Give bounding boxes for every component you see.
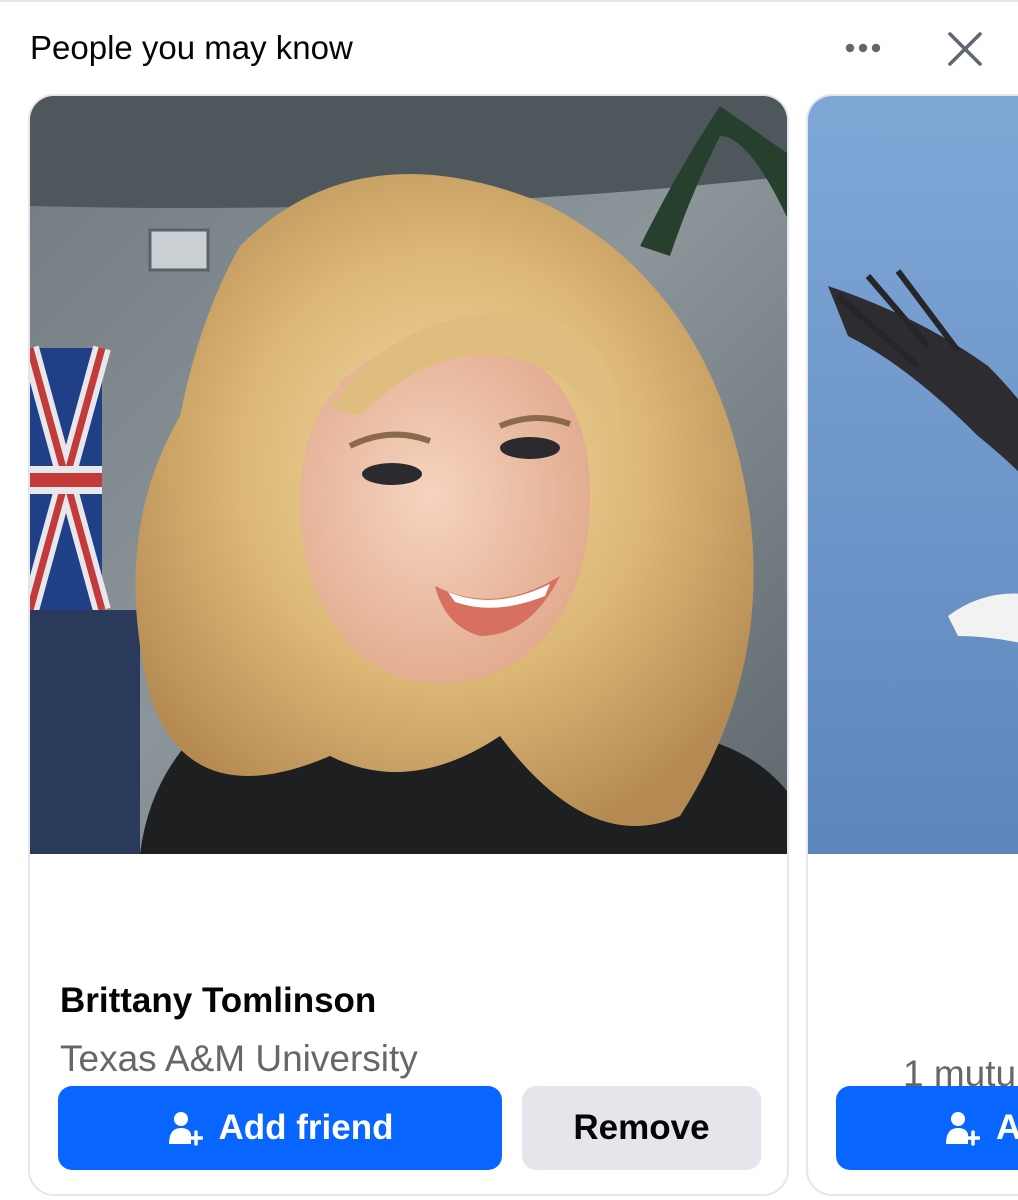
person-subtitle: Texas A&M University (60, 1038, 418, 1079)
add-friend-button[interactable]: Add friend (58, 1086, 502, 1170)
suggestion-card: Brittany Tomlinson Texas A&M University … (28, 94, 789, 1196)
close-button[interactable] (940, 24, 990, 74)
section-title: People you may know (30, 29, 353, 66)
more-options-button[interactable] (838, 30, 888, 66)
more-horizontal-icon (845, 43, 881, 53)
add-friend-label: Add friend (218, 1108, 394, 1147)
person-name[interactable]: Brittany Tomlinson (60, 980, 376, 1022)
profile-photo[interactable] (808, 96, 1018, 854)
add-friend-label: A (996, 1108, 1018, 1148)
top-divider (0, 0, 1018, 2)
add-friend-button[interactable]: A (836, 1086, 1018, 1170)
add-person-icon (944, 1110, 980, 1146)
close-icon (948, 32, 982, 66)
remove-label: Remove (573, 1108, 710, 1147)
add-person-icon (167, 1110, 203, 1146)
remove-button[interactable]: Remove (522, 1086, 761, 1170)
suggestion-card: 1 mutu A (806, 94, 1018, 1196)
profile-photo[interactable] (30, 96, 787, 854)
